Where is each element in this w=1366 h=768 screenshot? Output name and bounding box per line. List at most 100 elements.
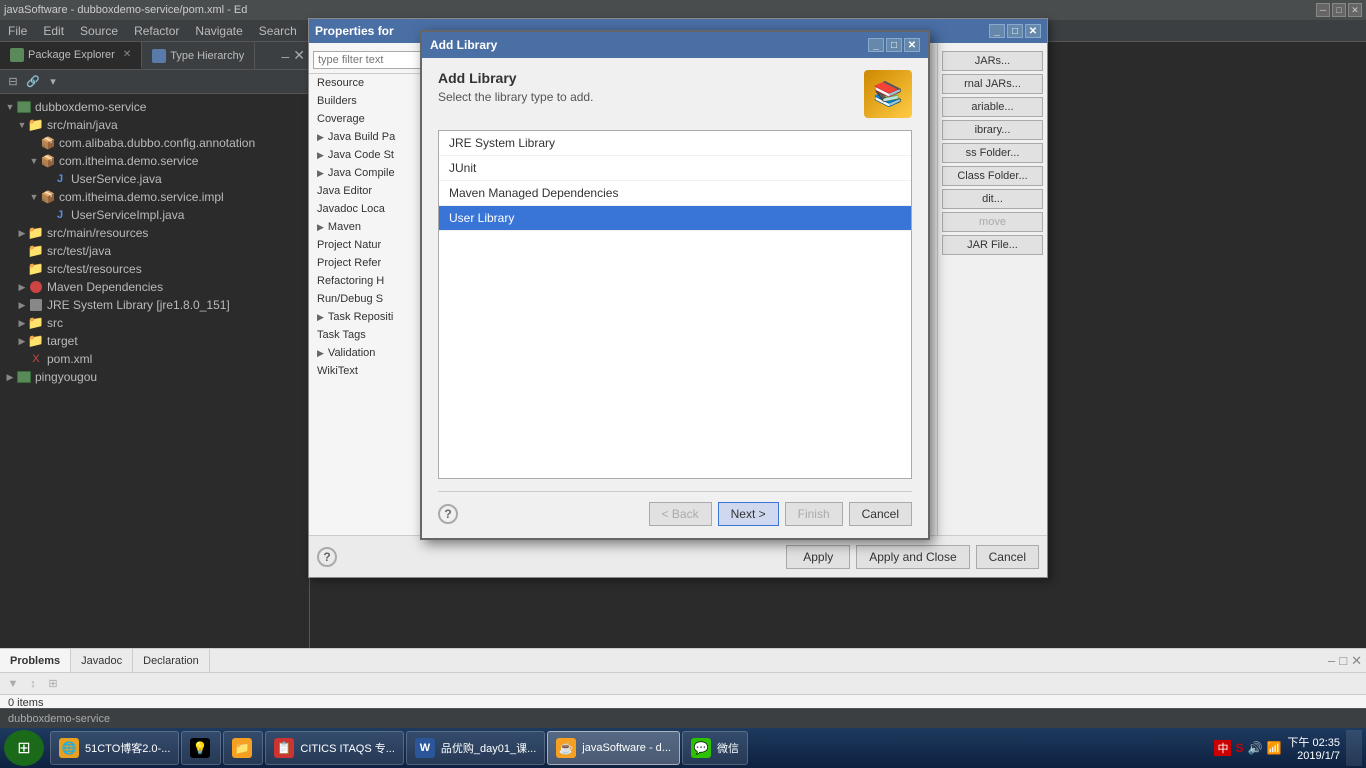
addlib-item-user-library[interactable]: User Library — [439, 206, 911, 231]
menu-search[interactable]: Search — [251, 24, 305, 38]
tree-item-com-itheima[interactable]: ▼ 📦 com.itheima.demo.service — [0, 152, 309, 170]
taskbar-app-explorer[interactable]: 📁 — [223, 731, 263, 765]
dialog-maximize-button[interactable]: □ — [1007, 24, 1023, 38]
tab-package-explorer[interactable]: Package Explorer ✕ — [0, 42, 142, 69]
problems-minimize-icon[interactable]: – — [1328, 653, 1335, 668]
problems-sort-button[interactable]: ↕ — [24, 675, 42, 693]
add-ext-class-folder-button[interactable]: Class Folder... — [942, 166, 1043, 186]
edit-button[interactable]: dit... — [942, 189, 1043, 209]
tree-item-userserviceimpl[interactable]: J UserServiceImpl.java — [0, 206, 309, 224]
tab-close-icon[interactable]: ✕ — [123, 49, 131, 60]
tree-item-dubboxdemo-service[interactable]: ▼ dubboxdemo-service — [0, 98, 309, 116]
tree-item-jre-system-library[interactable]: ▶ JRE System Library [jre1.8.0_151] — [0, 296, 309, 314]
speaker-icon[interactable]: 🔊 — [1248, 741, 1263, 755]
menu-navigate[interactable]: Navigate — [187, 24, 250, 38]
addlib-minimize-button[interactable]: _ — [868, 38, 884, 52]
taskbar-app-citics[interactable]: 📋 CITICS ITAQS 专... — [265, 731, 404, 765]
network-icon[interactable]: 📶 — [1266, 741, 1281, 755]
panel-menu-button[interactable]: ▾ — [44, 73, 62, 91]
panel-minimize-icon[interactable]: – — [281, 48, 289, 64]
help-icon[interactable]: ? — [317, 547, 337, 567]
add-library-button[interactable]: ibrary... — [942, 120, 1043, 140]
next-button[interactable]: Next > — [718, 502, 779, 526]
tree-item-src-main-java[interactable]: ▼ 📁 src/main/java — [0, 116, 309, 134]
maximize-button[interactable]: □ — [1332, 3, 1346, 17]
props-item-task-tags[interactable]: Task Tags — [309, 326, 428, 344]
link-editor-button[interactable]: 🔗 — [24, 73, 42, 91]
tree-item-src-main-resources[interactable]: ▶ 📁 src/main/resources — [0, 224, 309, 242]
dialog-minimize-button[interactable]: _ — [989, 24, 1005, 38]
apply-button[interactable]: Apply — [786, 545, 850, 569]
taskbar-app-javasoftware[interactable]: ☕ javaSoftware - d... — [547, 731, 680, 765]
add-class-folder-button[interactable]: ss Folder... — [942, 143, 1043, 163]
tab-type-hierarchy[interactable]: Type Hierarchy — [142, 42, 255, 69]
ime-indicator[interactable]: 中 — [1214, 740, 1231, 756]
start-button[interactable]: ⊞ — [4, 730, 44, 766]
dialog-close-button[interactable]: ✕ — [1025, 24, 1041, 38]
menu-source[interactable]: Source — [72, 24, 126, 38]
tree-item-com-alibaba[interactable]: 📦 com.alibaba.dubbo.config.annotation — [0, 134, 309, 152]
props-item-java-compiler[interactable]: ▶Java Compile — [309, 164, 428, 182]
close-button[interactable]: ✕ — [1348, 3, 1362, 17]
addlib-close-button[interactable]: ✕ — [904, 38, 920, 52]
add-jars-button[interactable]: JARs... — [942, 51, 1043, 71]
problems-close-icon[interactable]: ✕ — [1351, 653, 1362, 669]
collapse-all-button[interactable]: ⊟ — [4, 73, 22, 91]
props-item-javadoc-location[interactable]: Javadoc Loca — [309, 200, 428, 218]
tab-declaration[interactable]: Declaration — [133, 649, 210, 672]
taskbar-app-word[interactable]: W 品优购_day01_课... — [406, 731, 545, 765]
panel-close-icon[interactable]: ✕ — [293, 47, 305, 64]
add-variable-button[interactable]: ariable... — [942, 97, 1043, 117]
addlib-maximize-button[interactable]: □ — [886, 38, 902, 52]
tab-javadoc[interactable]: Javadoc — [71, 649, 133, 672]
add-jar-file-button[interactable]: JAR File... — [942, 235, 1043, 255]
props-item-refactoring-history[interactable]: Refactoring H — [309, 272, 428, 290]
props-item-validation[interactable]: ▶Validation — [309, 344, 428, 362]
props-filter-input[interactable] — [313, 51, 424, 69]
tree-item-src-test-resources[interactable]: 📁 src/test/resources — [0, 260, 309, 278]
menu-file[interactable]: File — [0, 24, 35, 38]
addlib-item-jre[interactable]: JRE System Library — [439, 131, 911, 156]
taskbar-app-idea[interactable]: 💡 — [181, 731, 221, 765]
remove-button[interactable]: move — [942, 212, 1043, 232]
props-item-maven[interactable]: ▶Maven — [309, 218, 428, 236]
addlib-help-icon[interactable]: ? — [438, 504, 458, 524]
tree-item-com-itheima-impl[interactable]: ▼ 📦 com.itheima.demo.service.impl — [0, 188, 309, 206]
cancel-properties-button[interactable]: Cancel — [976, 545, 1039, 569]
problems-group-button[interactable]: ⊞ — [44, 675, 62, 693]
tree-item-maven-dependencies[interactable]: ▶ Maven Dependencies — [0, 278, 309, 296]
props-item-builders[interactable]: Builders — [309, 92, 428, 110]
taskbar-app-wechat[interactable]: 💬 微信 — [682, 731, 748, 765]
finish-button[interactable]: Finish — [785, 502, 843, 526]
props-item-java-code-style[interactable]: ▶Java Code St — [309, 146, 428, 164]
problems-filter-button[interactable]: ▼ — [4, 675, 22, 693]
addlib-item-junit[interactable]: JUnit — [439, 156, 911, 181]
tree-item-target[interactable]: ▶ 📁 target — [0, 332, 309, 350]
add-external-jars-button[interactable]: rnal JARs... — [942, 74, 1043, 94]
show-desktop-button[interactable] — [1346, 730, 1362, 766]
cancel-library-button[interactable]: Cancel — [849, 502, 912, 526]
props-item-resource[interactable]: Resource — [309, 74, 428, 92]
minimize-button[interactable]: ─ — [1316, 3, 1330, 17]
tree-item-pom-xml[interactable]: X pom.xml — [0, 350, 309, 368]
props-item-coverage[interactable]: Coverage — [309, 110, 428, 128]
taskbar-app-browser[interactable]: 🌐 51CTO博客2.0-... — [50, 731, 179, 765]
menu-refactor[interactable]: Refactor — [126, 24, 187, 38]
tree-item-src-test-java[interactable]: 📁 src/test/java — [0, 242, 309, 260]
props-item-java-build-path[interactable]: ▶Java Build Pa — [309, 128, 428, 146]
props-item-wikitext[interactable]: WikiText — [309, 362, 428, 380]
props-item-run-debug[interactable]: Run/Debug S — [309, 290, 428, 308]
props-item-java-editor[interactable]: Java Editor — [309, 182, 428, 200]
props-item-task-repo[interactable]: ▶Task Repositi — [309, 308, 428, 326]
addlib-item-maven[interactable]: Maven Managed Dependencies — [439, 181, 911, 206]
menu-edit[interactable]: Edit — [35, 24, 72, 38]
tree-item-userservice[interactable]: J UserService.java — [0, 170, 309, 188]
back-button[interactable]: < Back — [649, 502, 712, 526]
props-item-project-nature[interactable]: Project Natur — [309, 236, 428, 254]
apply-close-button[interactable]: Apply and Close — [856, 545, 969, 569]
tree-item-pingyougou[interactable]: ▶ pingyougou — [0, 368, 309, 386]
tree-item-src[interactable]: ▶ 📁 src — [0, 314, 309, 332]
props-item-project-references[interactable]: Project Refer — [309, 254, 428, 272]
problems-maximize-icon[interactable]: □ — [1339, 653, 1347, 668]
tab-problems[interactable]: Problems — [0, 649, 71, 672]
